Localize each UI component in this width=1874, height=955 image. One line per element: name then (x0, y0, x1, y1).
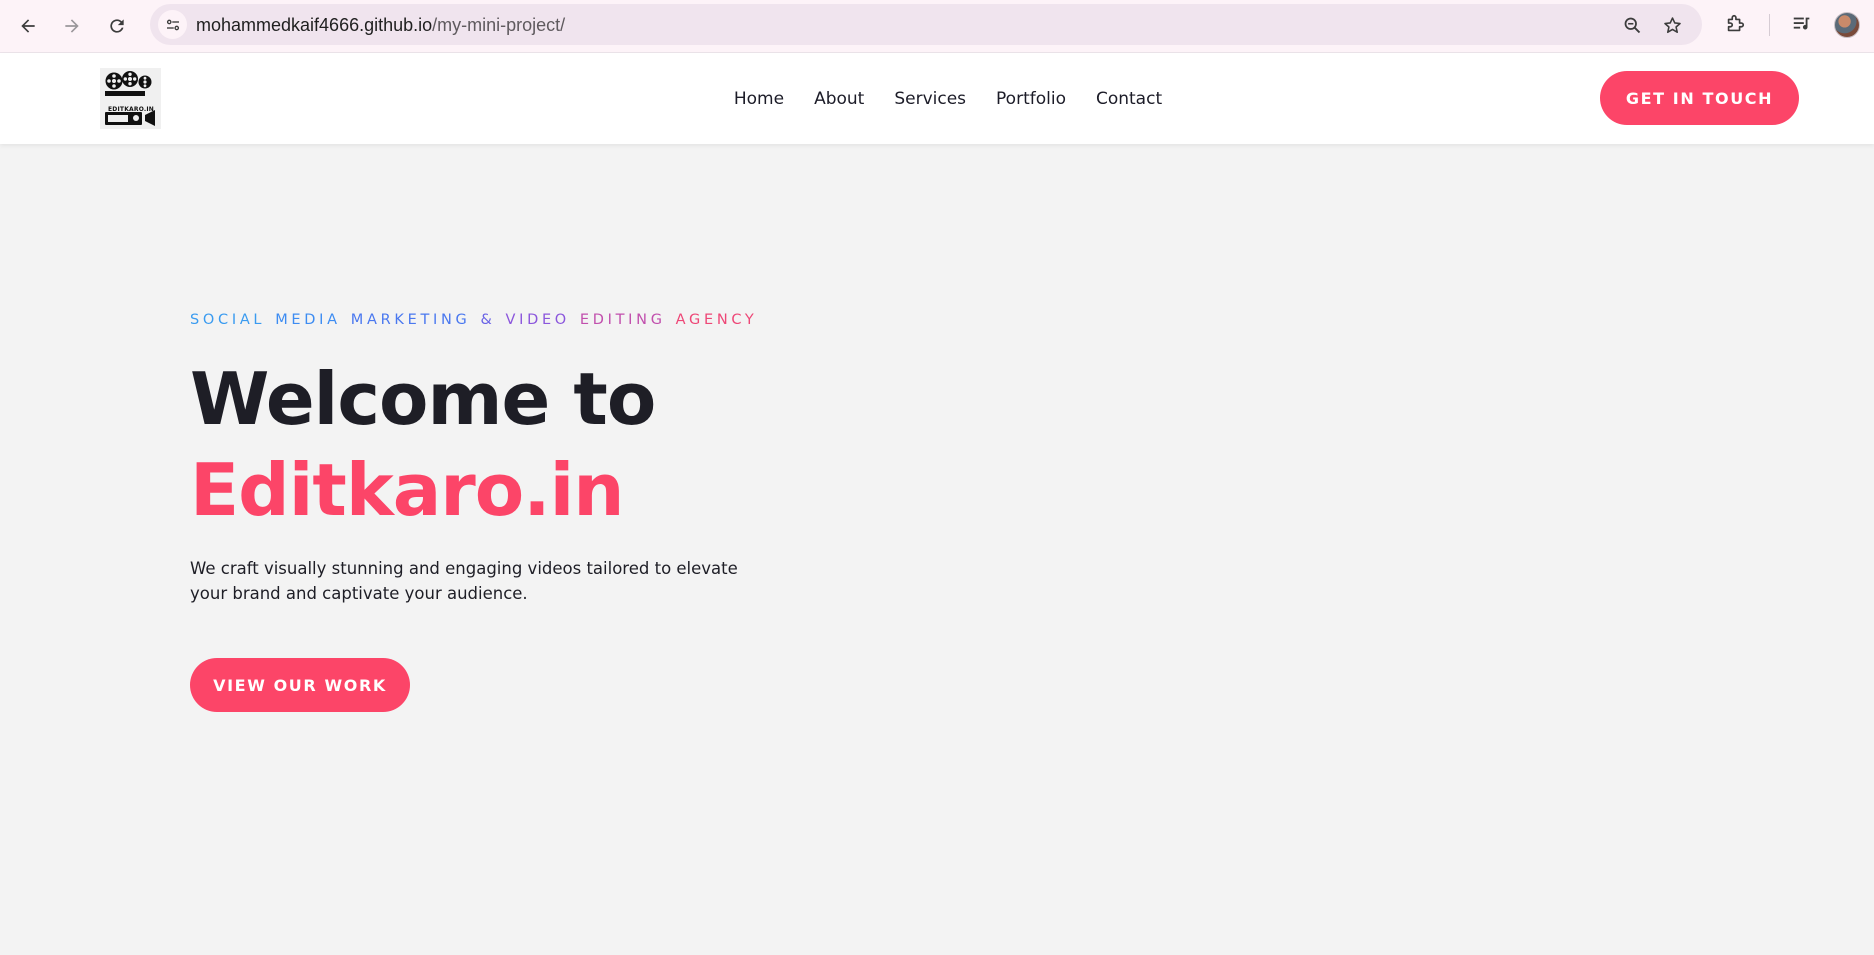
zoom-button[interactable] (1620, 13, 1644, 37)
hero-tagline: SOCIAL MEDIA MARKETING & VIDEO EDITING AGENCY (190, 312, 768, 328)
logo-text: EDITKARO.IN (108, 106, 155, 113)
site-logo[interactable]: EDITKARO.IN (100, 68, 161, 129)
hero-title-brand: Editkaro.in (190, 448, 625, 532)
url-path: /my-mini-project/ (432, 15, 566, 35)
zoom-icon (1624, 17, 1640, 33)
bookmark-star-icon (1663, 16, 1681, 33)
profile-avatar[interactable] (1834, 12, 1860, 38)
hero-description: We craft visually stunning and engaging … (190, 559, 738, 603)
tagline-word: MARKETING (350, 312, 471, 328)
nav-home[interactable]: Home (734, 89, 784, 109)
hero-section: SOCIAL MEDIA MARKETING & VIDEO EDITING AGENCY … (190, 144, 1090, 955)
view-our-work-button[interactable]: VIEW OUR WORK (190, 658, 410, 712)
browser-toolbar: mohammedkaif4666.github.io/my-mini-proje… (0, 0, 1874, 53)
tagline-word: AGENCY (675, 312, 758, 328)
extensions-icon (1727, 14, 1745, 32)
media-controls-icon (1793, 17, 1810, 30)
nav-portfolio[interactable]: Portfolio (996, 89, 1066, 109)
back-button[interactable] (12, 10, 44, 42)
tagline-word: MEDIA (275, 312, 341, 328)
film-camera-logo-icon (105, 71, 155, 126)
reload-icon (110, 19, 124, 33)
nav-about[interactable]: About (814, 89, 864, 109)
reload-button[interactable] (101, 10, 133, 42)
tagline-word: VIDEO (505, 312, 570, 328)
site-header: EDITKARO.IN Home About Services Portfoli… (0, 53, 1874, 144)
url-host: mohammedkaif4666.github.io (196, 15, 433, 35)
forward-icon (65, 19, 79, 33)
get-in-touch-button[interactable]: GET IN TOUCH (1600, 71, 1799, 125)
nav-contact[interactable]: Contact (1096, 89, 1162, 109)
forward-button[interactable] (56, 10, 88, 42)
extensions-button[interactable] (1722, 11, 1748, 37)
hero-title-line1: Welcome to (190, 357, 656, 441)
back-icon (21, 19, 35, 33)
nav-services[interactable]: Services (894, 89, 966, 109)
tagline-word: & (480, 312, 496, 328)
address-bar[interactable]: mohammedkaif4666.github.io/my-mini-proje… (150, 4, 1702, 45)
tagline-word: SOCIAL (190, 312, 266, 328)
toolbar-divider (1769, 14, 1770, 36)
tagline-word: EDITING (579, 312, 666, 328)
site-info-button[interactable] (158, 10, 187, 39)
bookmark-button[interactable] (1660, 13, 1684, 37)
url-text[interactable]: mohammedkaif4666.github.io/my-mini-proje… (196, 15, 565, 36)
main-nav: Home About Services Portfolio Contact (0, 53, 1874, 144)
hero-title: Welcome to Editkaro.in (190, 354, 656, 536)
site-info-icon (166, 19, 179, 30)
media-controls-button[interactable] (1789, 11, 1815, 37)
